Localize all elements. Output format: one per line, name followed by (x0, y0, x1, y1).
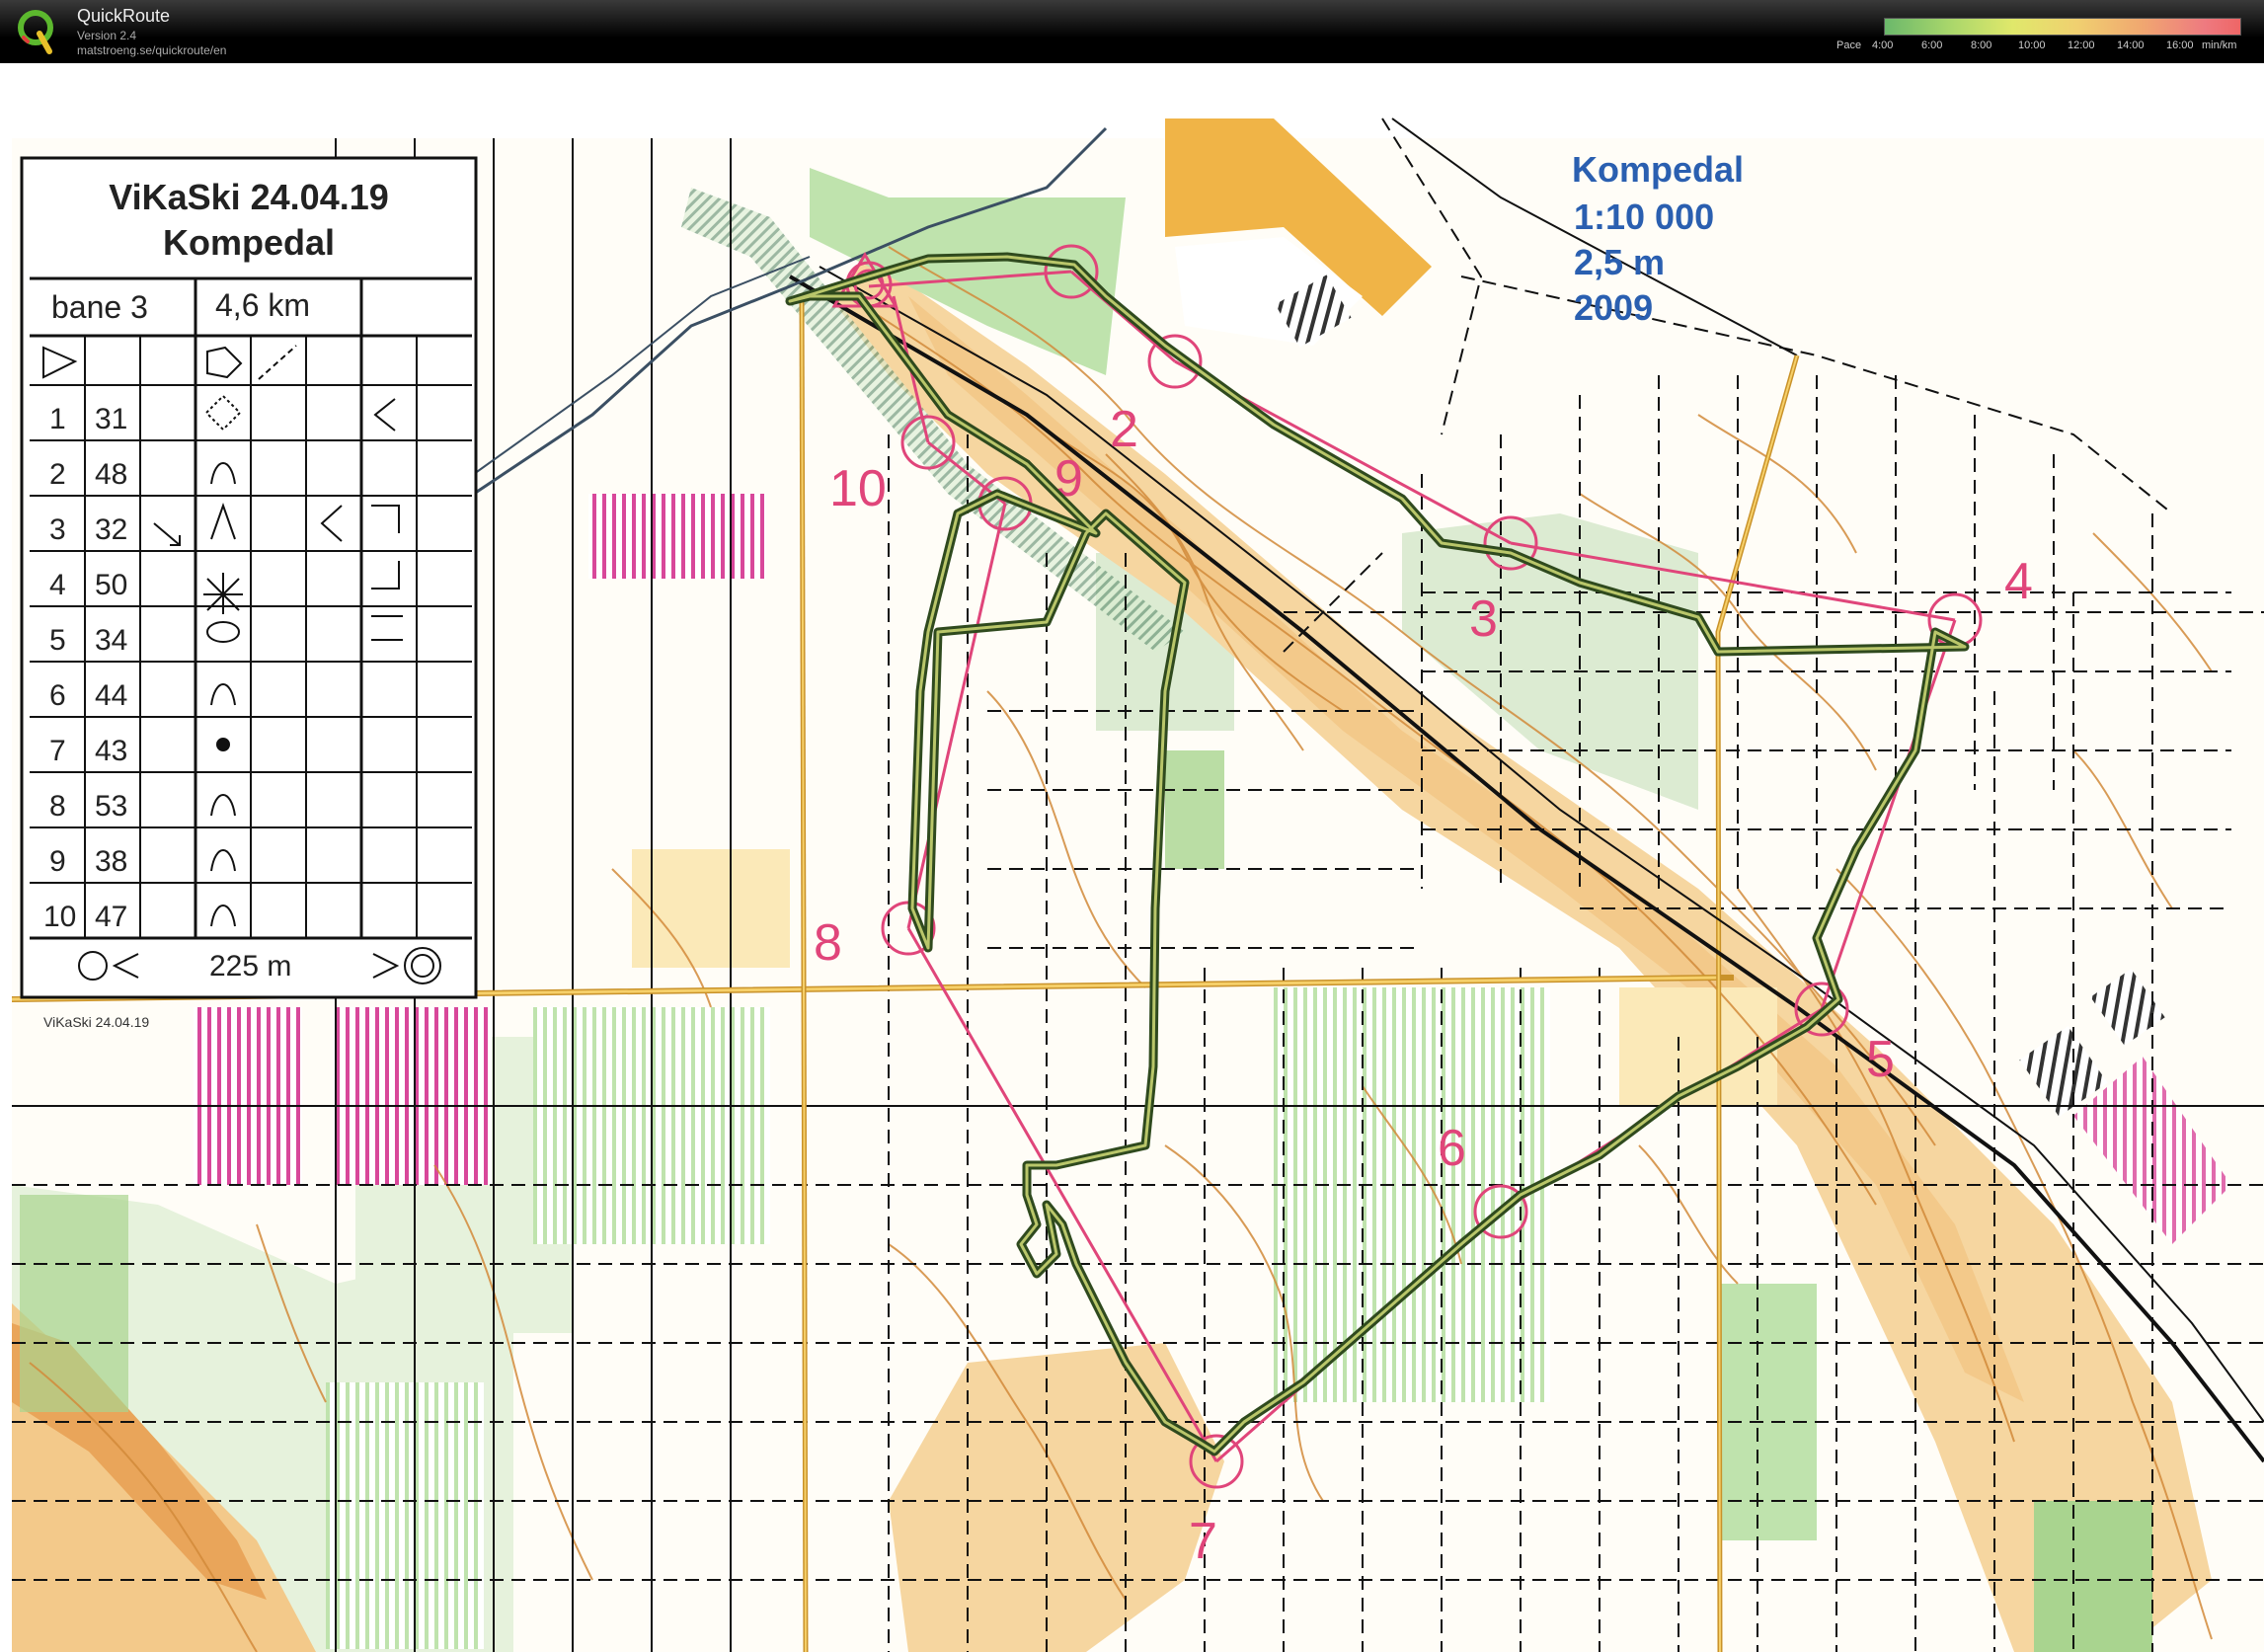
control-number: 4 (2004, 553, 2033, 610)
control-row-code: 48 (95, 458, 127, 491)
card-title: ViKaSki 24.04.19 (109, 177, 389, 217)
map-scale: 1:10 000 (1574, 197, 1714, 237)
control-row-code: 43 (95, 735, 127, 767)
forbidden-area (588, 494, 766, 579)
control-row-number: 2 (49, 458, 66, 491)
control-number: 2 (1110, 401, 1138, 458)
open-land (632, 849, 790, 968)
control-row-number: 5 (49, 624, 66, 657)
control-row-number: 9 (49, 845, 66, 878)
control-row-code: 44 (95, 679, 127, 712)
control-row-number: 10 (43, 901, 76, 933)
orienteering-map[interactable]: 2 3 4 5 6 7 8 9 10 Kompedal 1:10 000 2,5… (0, 63, 2264, 1652)
pace-legend: Pace 4:00 6:00 8:00 10:00 12:00 14:00 16… (1836, 18, 2251, 57)
control-row-number: 7 (49, 735, 66, 767)
card-footer-small: ViKaSki 24.04.19 (43, 1014, 149, 1030)
finish-distance: 225 m (209, 950, 291, 983)
control-row-code: 53 (95, 790, 127, 823)
control-description-card: ViKaSki 24.04.19 Kompedal bane 3 4,6 km (20, 156, 478, 999)
boulder-symbol-icon (216, 738, 230, 751)
control-row-code: 38 (95, 845, 127, 878)
forbidden-area (334, 1007, 492, 1185)
control-number: 10 (829, 460, 887, 517)
control-row-code: 50 (95, 569, 127, 601)
pace-color-scale (1884, 18, 2241, 36)
control-number: 3 (1469, 590, 1498, 648)
control-row-code: 47 (95, 901, 127, 933)
forbidden-area (194, 1007, 302, 1185)
light-green-area (20, 1195, 128, 1412)
control-row-code: 32 (95, 513, 127, 546)
app-header-bar: QuickRoute Version 2.4 matstroeng.se/qui… (0, 0, 2264, 63)
control-row-number: 8 (49, 790, 66, 823)
map-contour: 2,5 m (1574, 242, 1665, 282)
control-row-number: 4 (49, 569, 66, 601)
app-title: QuickRoute (77, 6, 171, 26)
pace-unit: min/km (2202, 39, 2237, 51)
control-number: 8 (814, 914, 842, 972)
green-area (1165, 750, 1224, 869)
card-length: 4,6 km (215, 287, 310, 323)
pace-tick: 8:00 (1971, 39, 1992, 51)
green-forest (1274, 987, 1550, 1402)
pace-tick: 4:00 (1872, 39, 1894, 51)
pace-tick: 14:00 (2117, 39, 2145, 51)
control-number: 5 (1866, 1031, 1895, 1088)
app-version: Version 2.4 (77, 29, 137, 42)
pace-tick: 10:00 (2018, 39, 2046, 51)
card-subtitle: Kompedal (163, 222, 335, 263)
map-name: Kompedal (1572, 149, 1744, 190)
control-number: 6 (1438, 1120, 1466, 1177)
green-forest (2034, 1501, 2152, 1652)
card-course: bane 3 (51, 289, 148, 325)
pace-label: Pace (1836, 39, 1862, 51)
control-row-code: 34 (95, 624, 127, 657)
control-row-number: 6 (49, 679, 66, 712)
quickroute-logo-icon (18, 10, 53, 54)
pace-tick: 12:00 (2068, 39, 2095, 51)
app-url-link[interactable]: matstroeng.se/quickroute/en (77, 43, 226, 57)
control-number: 7 (1189, 1513, 1217, 1570)
control-row-code: 31 (95, 403, 127, 435)
pace-tick: 16:00 (2166, 39, 2194, 51)
map-year: 2009 (1574, 287, 1653, 328)
control-row-number: 1 (49, 403, 66, 435)
pace-tick: 6:00 (1921, 39, 1943, 51)
control-row-number: 3 (49, 513, 66, 546)
